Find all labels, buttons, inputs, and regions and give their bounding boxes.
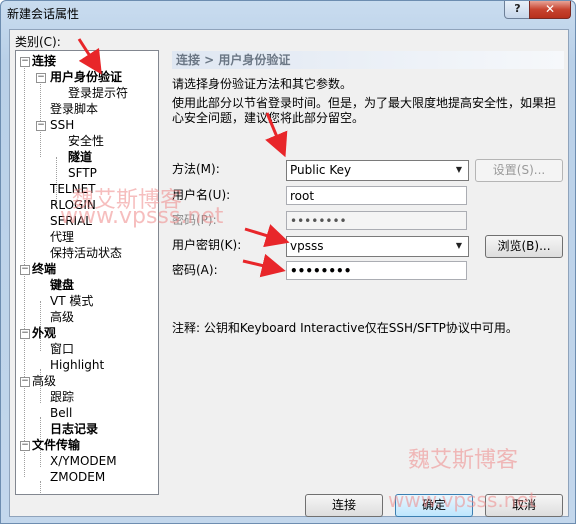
tree-item-file-transfer[interactable]: 文件传输 xyxy=(32,437,80,453)
dialog-client: 类别(C): − 连接 − 用户身份验证 登录提示符 登录脚本 − SSH 安全… xyxy=(9,29,569,517)
method-value: Public Key xyxy=(290,163,352,177)
dialog-window: 新建会话属性 ? ✕ 类别(C): − 连接 − 用户身份验证 登录提示符 登录… xyxy=(0,0,576,524)
method-select[interactable]: Public Key ▼ xyxy=(286,160,469,181)
tree-item-login-prompt[interactable]: 登录提示符 xyxy=(68,85,128,101)
watermark-url-corner: www.vpsss.net xyxy=(388,488,537,512)
tree-item-terminal[interactable]: 终端 xyxy=(32,261,56,277)
panel-header: 连接 > 用户身份验证 xyxy=(172,51,564,69)
tree-item-proxy[interactable]: 代理 xyxy=(50,229,74,245)
help-button[interactable]: ? xyxy=(504,1,531,19)
chevron-down-icon: ▼ xyxy=(455,241,463,250)
collapse-icon[interactable]: − xyxy=(36,121,46,131)
description-line: 使用此部分以节省登录时间。但是，为了最大限度地提高安全性，如果担 xyxy=(172,96,557,110)
tree-item-appearance[interactable]: 外观 xyxy=(32,325,56,341)
tree-item-keepalive[interactable]: 保持活动状态 xyxy=(50,245,122,261)
tree-item-log[interactable]: 日志记录 xyxy=(50,421,98,437)
tree-item-vt-mode[interactable]: VT 模式 xyxy=(50,293,93,309)
close-button[interactable]: ✕ xyxy=(529,1,571,19)
tree-line xyxy=(40,77,41,157)
username-input[interactable]: root xyxy=(286,186,467,205)
tree-item-connection[interactable]: 连接 xyxy=(32,53,56,69)
watermark-url: www.vpsss.net xyxy=(60,204,224,229)
tree-item-window[interactable]: 窗口 xyxy=(50,341,74,357)
connect-button[interactable]: 连接 xyxy=(305,494,383,517)
tree-line xyxy=(40,481,41,494)
tree-item-ssh[interactable]: SSH xyxy=(50,117,74,133)
user-key-value: vpsss xyxy=(290,239,324,253)
tree-item-keyboard[interactable]: 键盘 xyxy=(50,277,74,293)
tree-item-zmodem[interactable]: ZMODEM xyxy=(50,469,105,485)
method-label: 方法(M): xyxy=(172,162,220,176)
tree-item-terminal-advanced[interactable]: 高级 xyxy=(50,309,74,325)
description-line: 心安全问题，建议您将此部分留空。 xyxy=(172,111,365,125)
tree-item-trace[interactable]: 跟踪 xyxy=(50,389,74,405)
tree-item-advanced[interactable]: 高级 xyxy=(32,373,56,389)
browse-button[interactable]: 浏览(B)... xyxy=(485,235,563,258)
tree-item-sftp[interactable]: SFTP xyxy=(68,165,97,181)
watermark-text-corner: 魏艾斯博客 xyxy=(408,448,519,473)
user-key-select[interactable]: vpsss ▼ xyxy=(286,236,469,257)
user-key-label: 用户密钥(K): xyxy=(172,238,242,252)
collapse-icon[interactable]: − xyxy=(20,329,30,339)
tree-item-user-auth[interactable]: 用户身份验证 xyxy=(50,69,122,85)
tree-item-highlight[interactable]: Highlight xyxy=(50,357,104,373)
collapse-icon[interactable]: − xyxy=(20,441,30,451)
chevron-down-icon: ▼ xyxy=(455,165,463,174)
panel-description: 请选择身份验证方法和其它参数。 使用此部分以节省登录时间。但是，为了最大限度地提… xyxy=(172,77,562,126)
window-title: 新建会话属性 xyxy=(7,7,80,21)
category-tree[interactable]: − 连接 − 用户身份验证 登录提示符 登录脚本 − SSH 安全性 隧道 SF… xyxy=(15,50,159,495)
tree-item-xymodem[interactable]: X/YMODEM xyxy=(50,453,117,469)
note-text: 注释: 公钥和Keyboard Interactive仅在SSH/SFTP协议中… xyxy=(172,321,518,335)
passphrase-label: 密码(A): xyxy=(172,263,218,277)
tree-item-login-script[interactable]: 登录脚本 xyxy=(50,101,98,117)
tree-item-security[interactable]: 安全性 xyxy=(68,133,104,149)
category-label: 类别(C): xyxy=(15,35,61,49)
description-line: 请选择身份验证方法和其它参数。 xyxy=(172,77,353,91)
collapse-icon[interactable]: − xyxy=(20,265,30,275)
tree-item-bell[interactable]: Bell xyxy=(50,405,72,421)
password-input[interactable]: •••••••• xyxy=(286,211,467,230)
tree-item-tunnel[interactable]: 隧道 xyxy=(68,149,92,165)
settings-button[interactable]: 设置(S)... xyxy=(475,159,563,182)
collapse-icon[interactable]: − xyxy=(36,73,46,83)
passphrase-input[interactable]: •••••••• xyxy=(286,261,467,280)
collapse-icon[interactable]: − xyxy=(20,377,30,387)
collapse-icon[interactable]: − xyxy=(20,57,30,67)
title-bar[interactable]: 新建会话属性 ? ✕ xyxy=(1,1,575,23)
